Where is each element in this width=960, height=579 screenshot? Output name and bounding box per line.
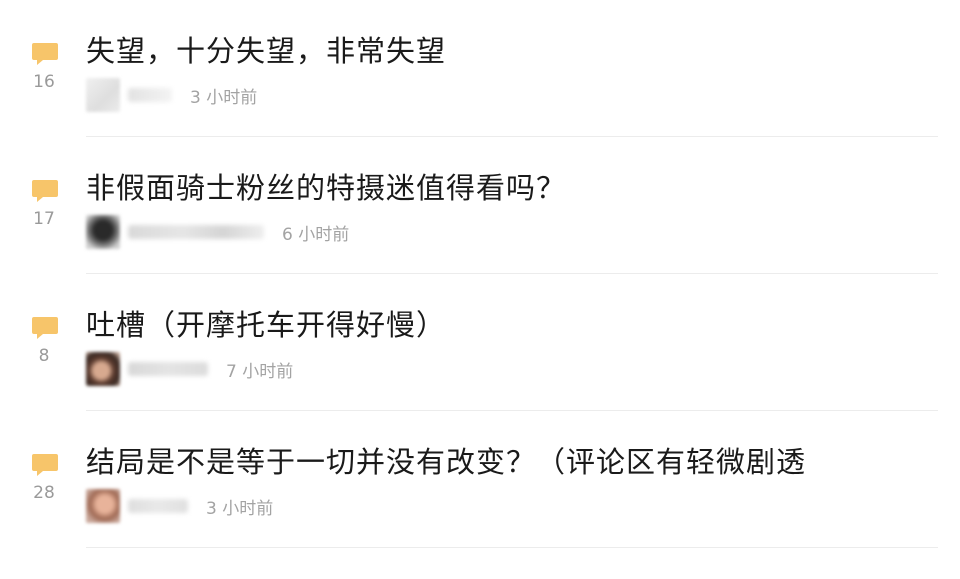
thread-meta: 3 小时前	[86, 78, 257, 112]
divider	[86, 547, 938, 548]
thread-list: 16 失望，十分失望，非常失望 3 小时前 17 非假面骑士粉丝的特摄迷值得看吗…	[0, 0, 960, 579]
reply-count: 17	[33, 209, 55, 229]
comment-bubble-icon	[32, 43, 58, 65]
username-blurred[interactable]	[128, 225, 264, 239]
comment-bubble-icon	[32, 317, 58, 339]
thread-meta: 3 小时前	[86, 489, 273, 523]
username-blurred[interactable]	[128, 499, 188, 513]
post-time: 3 小时前	[190, 87, 258, 108]
post-time: 7 小时前	[226, 361, 294, 382]
post-time: 3 小时前	[206, 498, 274, 519]
thread-item[interactable]: 28 结局是不是等于一切并没有改变？（评论区有轻微剧透 3 小时前	[0, 411, 960, 548]
avatar[interactable]	[86, 352, 120, 386]
thread-title[interactable]: 非假面骑士粉丝的特摄迷值得看吗？	[86, 165, 566, 207]
post-time: 6 小时前	[282, 224, 350, 245]
comment-bubble-icon	[32, 180, 58, 202]
reply-count: 16	[33, 72, 55, 92]
thread-item[interactable]: 8 吐槽（开摩托车开得好慢） 7 小时前	[0, 274, 960, 411]
thread-title[interactable]: 吐槽（开摩托车开得好慢）	[86, 302, 446, 344]
avatar[interactable]	[86, 489, 120, 523]
reply-count: 8	[38, 346, 50, 366]
thread-title[interactable]: 结局是不是等于一切并没有改变？（评论区有轻微剧透	[86, 439, 806, 481]
thread-title[interactable]: 失望，十分失望，非常失望	[86, 28, 446, 70]
username-blurred[interactable]	[128, 362, 208, 376]
thread-meta: 6 小时前	[86, 215, 349, 249]
username-blurred[interactable]	[128, 88, 172, 102]
thread-item[interactable]: 16 失望，十分失望，非常失望 3 小时前	[0, 0, 960, 137]
avatar[interactable]	[86, 215, 120, 249]
thread-meta: 7 小时前	[86, 352, 293, 386]
reply-count: 28	[33, 483, 55, 503]
avatar[interactable]	[86, 78, 120, 112]
thread-item[interactable]: 17 非假面骑士粉丝的特摄迷值得看吗？ 6 小时前	[0, 137, 960, 274]
comment-bubble-icon	[32, 454, 58, 476]
